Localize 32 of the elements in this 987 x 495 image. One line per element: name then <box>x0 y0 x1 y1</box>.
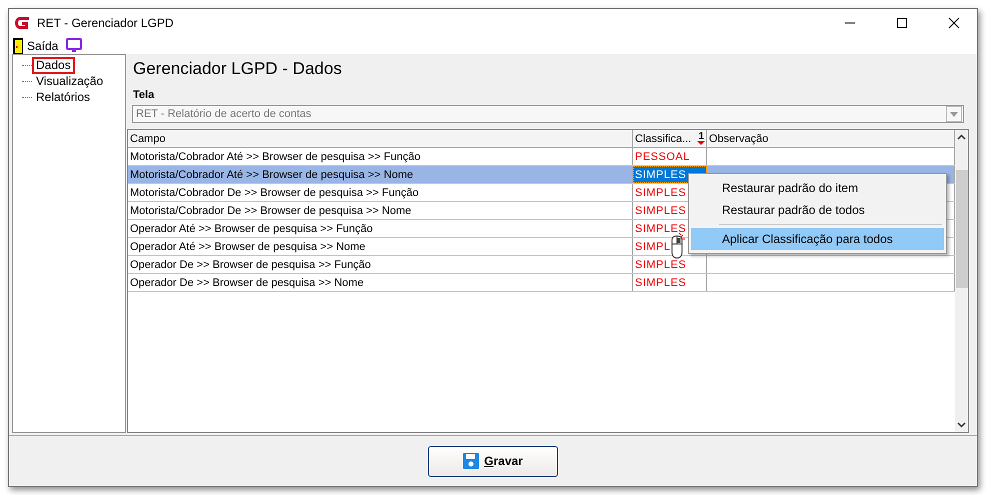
close-icon[interactable] <box>948 17 960 29</box>
scroll-down-icon[interactable] <box>957 422 966 428</box>
screen-dropdown[interactable]: RET - Relatório de acerto de contas <box>132 105 964 123</box>
tree-item[interactable]: Dados <box>32 56 75 74</box>
table-cell: Operador Até >> Browser de pesquisa >> Função <box>128 220 633 237</box>
maximize-icon[interactable] <box>896 17 908 29</box>
table-cell: Motorista/Cobrador Até >> Browser de pesquisa >> Função <box>128 148 633 165</box>
column-header[interactable]: Classifica... 1 <box>633 130 707 147</box>
sort-arrow-icon <box>697 141 706 145</box>
page-heading: Gerenciador LGPD - Dados <box>132 58 343 80</box>
context-menu-item[interactable]: Aplicar Classificação para todos <box>691 228 944 250</box>
tree-item[interactable]: Visualização <box>32 72 108 90</box>
sort-order: 1 <box>698 132 704 141</box>
menu-item[interactable]: Saída <box>27 38 58 52</box>
scrollbar[interactable] <box>955 130 968 432</box>
scroll-up-icon[interactable] <box>957 134 966 140</box>
table-cell: Operador De >> Browser de pesquisa >> Nome <box>128 274 633 291</box>
table-cell: Operador Até >> Browser de pesquisa >> Nome <box>128 238 633 255</box>
door-icon <box>13 38 23 54</box>
table-cell: Operador De >> Browser de pesquisa >> Função <box>128 256 633 273</box>
table-cell: Motorista/Cobrador De >> Browser de pesquisa >> Nome <box>128 202 633 219</box>
tree-item[interactable]: Relatórios <box>32 88 94 106</box>
window-title: RET - Gerenciador LGPD <box>37 16 174 30</box>
table-cell: PESSOAL <box>633 148 707 165</box>
save-button[interactable]: Gravar <box>428 446 558 476</box>
app-logo-icon <box>13 14 31 32</box>
dropdown-arrow-icon <box>950 112 958 116</box>
monitor-icon[interactable] <box>66 38 82 53</box>
table-cell: Motorista/Cobrador De >> Browser de pesquisa >> Função <box>128 184 633 201</box>
table-cell: SIMPLES <box>633 274 707 291</box>
column-header[interactable]: Campo <box>128 130 633 147</box>
field-label: Tela <box>132 89 156 103</box>
